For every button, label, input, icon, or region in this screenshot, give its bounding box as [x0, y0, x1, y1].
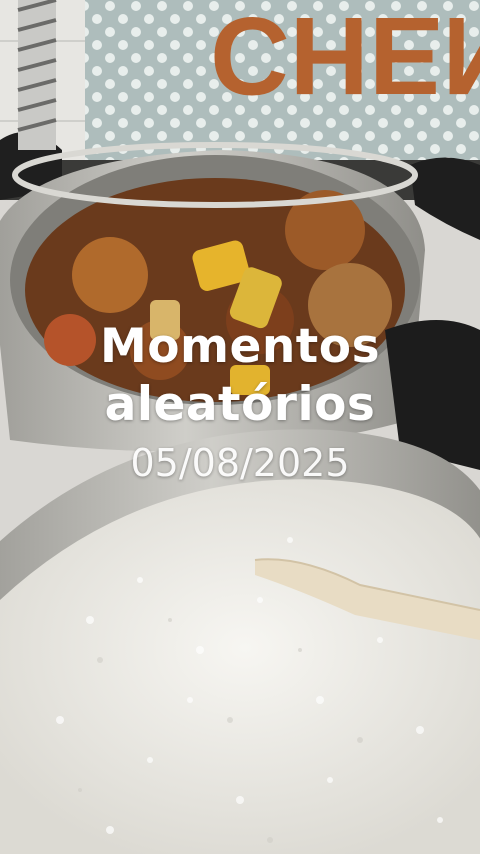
caption-date: 05/08/2025 [130, 441, 350, 485]
wall-sign: CHEN [210, 0, 480, 117]
wall-sign-text: CHEN [210, 0, 480, 117]
caption-title-line-2: aleatórios [104, 377, 376, 432]
photo-scene: CHEN Momentos aleatórios 05/08/2025 [0, 0, 480, 854]
caption-overlay: Momentos aleatórios 05/08/2025 [0, 318, 480, 486]
caption-title-line-1: Momentos [99, 319, 381, 374]
